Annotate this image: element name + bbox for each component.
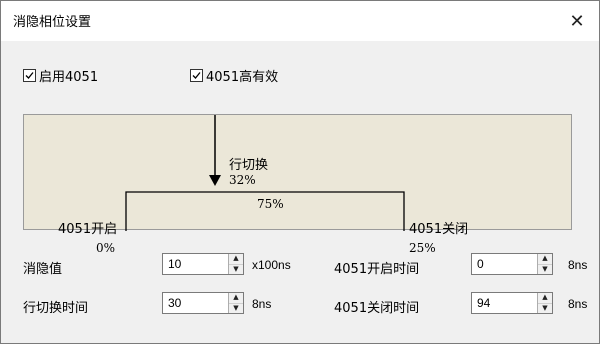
close-button[interactable]: ✕ bbox=[555, 1, 599, 41]
spinner-arrows[interactable]: ▲ ▼ bbox=[537, 254, 552, 274]
spinner-up-icon[interactable]: ▲ bbox=[229, 254, 243, 264]
blanking-value-input[interactable]: 10 bbox=[163, 257, 228, 271]
row-switch-label: 行切换 bbox=[229, 158, 269, 173]
spinner-up-icon[interactable]: ▲ bbox=[538, 293, 552, 303]
high-percent: 75% bbox=[257, 197, 284, 211]
spinner-arrows[interactable]: ▲ ▼ bbox=[228, 293, 243, 313]
close-time-label: 4051关闭时间 bbox=[334, 301, 420, 316]
close-time-unit: 8ns bbox=[568, 297, 588, 311]
spinner-down-icon[interactable]: ▼ bbox=[229, 302, 243, 314]
dialog-window: 消隐相位设置 ✕ 启用4051 4051高有效 行切换 32% 75% 4051… bbox=[0, 0, 600, 344]
close-time-input[interactable]: 94 bbox=[472, 296, 537, 310]
close-percent: 25% bbox=[409, 241, 436, 255]
title-bar: 消隐相位设置 ✕ bbox=[1, 1, 599, 41]
spinner-down-icon[interactable]: ▼ bbox=[538, 263, 552, 275]
dialog-content: 启用4051 4051高有效 行切换 32% 75% 4051开启 0% 405… bbox=[1, 41, 599, 343]
high-active-4051-label: 4051高有效 bbox=[206, 70, 279, 85]
window-title: 消隐相位设置 bbox=[13, 15, 92, 30]
spinner-up-icon[interactable]: ▲ bbox=[229, 293, 243, 303]
blanking-value-spinner[interactable]: 10 ▲ ▼ bbox=[162, 253, 244, 275]
row-switch-time-unit: 8ns bbox=[252, 297, 272, 311]
open-time-input[interactable]: 0 bbox=[472, 257, 537, 271]
close-icon: ✕ bbox=[569, 10, 585, 32]
open-time-label: 4051开启时间 bbox=[334, 262, 420, 277]
close-time-spinner[interactable]: 94 ▲ ▼ bbox=[471, 292, 553, 314]
checkbox-checked-icon bbox=[190, 69, 203, 82]
high-active-4051-checkbox[interactable]: 4051高有效 bbox=[190, 66, 278, 85]
checkbox-checked-icon bbox=[23, 69, 36, 82]
spinner-down-icon[interactable]: ▼ bbox=[229, 263, 243, 275]
row-switch-percent: 32% bbox=[229, 173, 256, 187]
timing-waveform bbox=[125, 115, 405, 231]
close-4051-label: 4051关闭 bbox=[409, 222, 469, 237]
open-percent: 0% bbox=[96, 241, 116, 255]
blanking-value-label: 消隐值 bbox=[23, 262, 63, 277]
spinner-arrows[interactable]: ▲ ▼ bbox=[228, 254, 243, 274]
spinner-down-icon[interactable]: ▼ bbox=[538, 302, 552, 314]
spinner-arrows[interactable]: ▲ ▼ bbox=[537, 293, 552, 313]
open-4051-label: 4051开启 bbox=[58, 222, 118, 237]
enable-4051-checkbox[interactable]: 启用4051 bbox=[23, 66, 98, 85]
open-time-unit: 8ns bbox=[568, 258, 588, 272]
enable-4051-label: 启用4051 bbox=[39, 70, 99, 85]
open-time-spinner[interactable]: 0 ▲ ▼ bbox=[471, 253, 553, 275]
row-switch-time-spinner[interactable]: 30 ▲ ▼ bbox=[162, 292, 244, 314]
blanking-value-unit: x100ns bbox=[252, 258, 291, 272]
row-switch-time-input[interactable]: 30 bbox=[163, 296, 228, 310]
spinner-up-icon[interactable]: ▲ bbox=[538, 254, 552, 264]
timing-diagram: 行切换 32% 75% 4051开启 0% 4051关闭 25% bbox=[23, 114, 572, 255]
row-switch-time-label: 行切换时间 bbox=[23, 301, 89, 316]
